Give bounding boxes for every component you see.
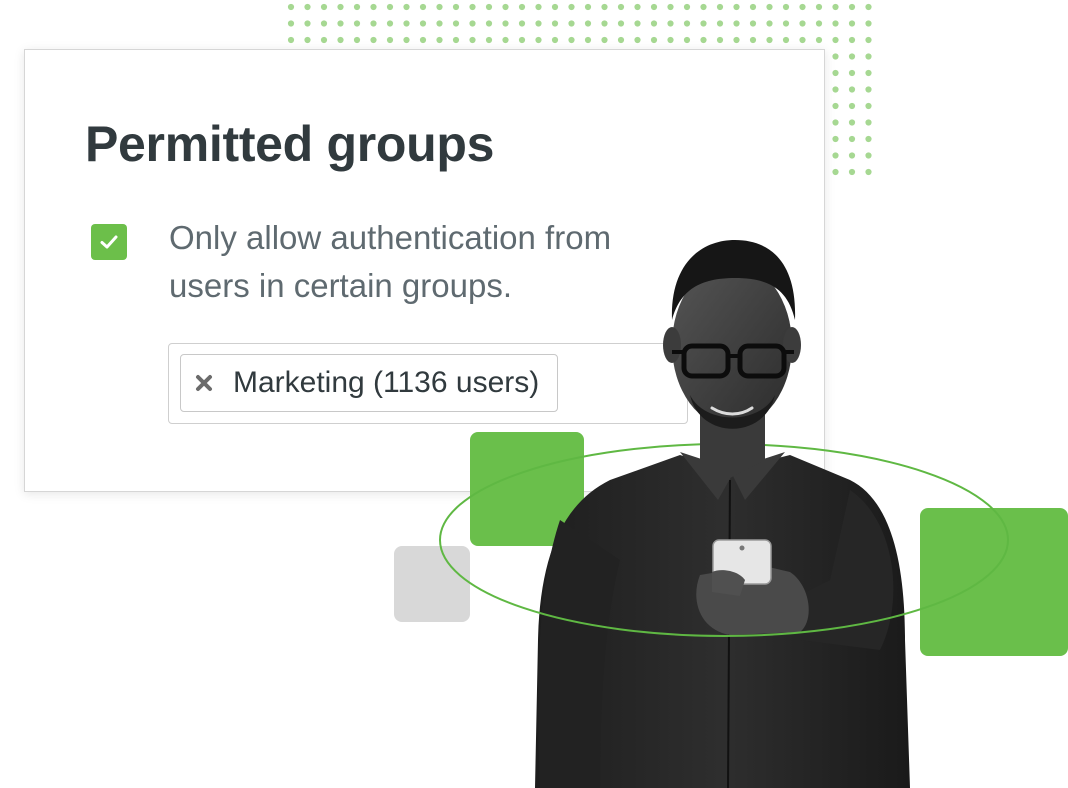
orbit-ring-front [439,539,1009,637]
hero-illustration: Permitted groups Only allow authenticati… [0,0,1068,788]
